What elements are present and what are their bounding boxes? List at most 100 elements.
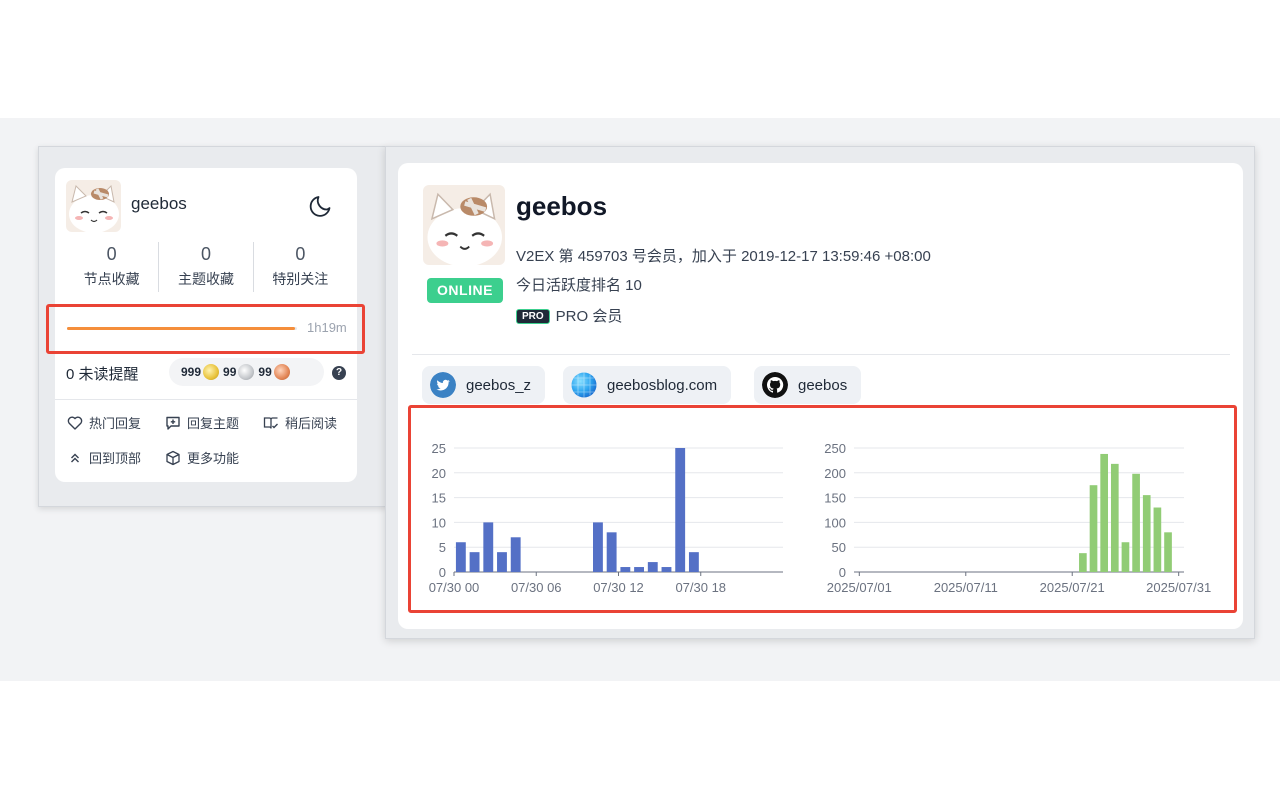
stat-node-favorites[interactable]: 0 节点收藏 [65,242,160,292]
double-chevron-up-icon [71,453,79,462]
activity-rank[interactable]: 今日活跃度排名 10 [516,274,642,295]
book-check-icon [263,416,278,429]
box-icon [166,450,180,465]
action-label: 稍后阅读 [285,416,338,431]
comment-plus-icon [166,416,180,430]
online-time-highlight: 1h19m [46,304,365,354]
bar[interactable] [688,552,699,572]
y-tick-label: 5 [439,540,446,555]
x-tick-label: 07/30 00 [429,580,480,595]
pro-membership: PRO PRO 会员 [516,305,622,326]
sidebar-username[interactable]: geebos [131,194,187,214]
profile-panel: ONLINE geebos V2EX 第 459703 号会员，加入于 2019… [385,146,1255,639]
moon-icon[interactable] [309,192,335,218]
silver-count: 99 [223,365,237,379]
help-icon[interactable]: ? [332,366,346,380]
divider [412,354,1230,355]
stat-label: 主题收藏 [177,271,234,287]
avatar[interactable] [66,180,121,232]
action-label: 更多功能 [187,451,240,466]
y-tick-label: 150 [824,491,846,506]
x-tick-label: 2025/07/21 [1040,580,1105,595]
bar[interactable] [1153,507,1162,572]
bar[interactable] [661,567,672,572]
cat-avatar-icon [423,185,505,265]
reply-topic-button[interactable]: 回复主题 [165,413,239,432]
bar[interactable] [1164,532,1172,572]
profile-card: ONLINE geebos V2EX 第 459703 号会员，加入于 2019… [398,163,1243,629]
bar[interactable] [455,542,466,572]
progress-fill [67,327,295,330]
twitter-icon [430,372,456,398]
bar[interactable] [647,562,658,572]
bronze-count: 99 [258,365,272,379]
back-to-top-button[interactable]: 回到顶部 [67,448,141,467]
bar[interactable] [1089,485,1098,572]
social-text: geebos [798,376,848,394]
favorites-stats: 0 节点收藏 0 主题收藏 0 特别关注 [65,242,347,292]
action-label: 热门回复 [89,416,142,431]
bar[interactable] [1132,473,1140,572]
stat-label: 节点收藏 [83,271,140,287]
x-tick-label: 2025/07/31 [1146,580,1211,595]
cat-avatar-icon [66,180,121,232]
y-tick-label: 10 [432,515,446,530]
y-tick-label: 200 [824,466,846,481]
bar[interactable] [483,522,494,572]
unread-notifications[interactable]: 0 未读提醒 [66,363,139,384]
stat-special-follows[interactable]: 0 特别关注 [254,242,347,292]
more-features-button[interactable]: 更多功能 [165,448,239,467]
x-tick-label: 07/30 06 [511,580,562,595]
github-icon [762,372,788,398]
stat-value: 0 [200,244,211,264]
activity-charts-highlight: 0 5 10 15 20 25 07/30 00 07/30 06 07/30 12 07/30 … [408,405,1237,613]
stat-topic-favorites[interactable]: 0 主题收藏 [159,242,254,292]
social-twitter-link[interactable]: geebos_z [422,366,546,404]
bar[interactable] [620,567,631,572]
social-website-link[interactable]: geebosblog.com [563,366,732,404]
sidebar-panel: geebos 0 节点收藏 0 主题收藏 0 特别关注 0 未读提醒 999 9… [38,146,388,507]
gold-count: 999 [181,365,202,379]
profile-username: geebos [516,191,608,221]
bar[interactable] [606,532,617,572]
action-label: 回复主题 [187,416,240,431]
balance-badge[interactable]: 999 99 99 [169,358,324,386]
pro-badge: PRO [516,309,550,324]
bar[interactable] [469,552,480,572]
silver-coin-icon [238,364,255,380]
heart-icon [67,416,83,430]
online-status-badge: ONLINE [427,278,503,303]
daily-activity-chart: 0 50 100 150 200 250 2025/07/01 2025/07/11 2025/… [824,441,1211,595]
divider [55,399,357,400]
hourly-activity-chart: 0 5 10 15 20 25 07/30 00 07/30 06 07/30 12 07/30 … [429,441,783,595]
bar[interactable] [1079,553,1087,572]
y-tick-label: 250 [824,441,846,456]
bar[interactable] [1142,495,1151,572]
y-tick-label: 100 [824,515,846,530]
online-time-text: 1h19m [307,320,347,335]
profile-avatar[interactable] [423,185,505,265]
y-tick-label: 0 [439,565,446,580]
read-later-button[interactable]: 稍后阅读 [263,413,337,432]
member-info: V2EX 第 459703 号会员，加入于 2019-12-17 13:59:4… [516,248,931,265]
social-github-link[interactable]: geebos [754,366,862,404]
y-tick-label: 20 [432,466,446,481]
bar[interactable] [1100,453,1108,572]
bar[interactable] [1121,542,1130,572]
social-text: geebos_z [466,376,532,394]
hot-replies-button[interactable]: 热门回复 [67,413,141,432]
pro-label: PRO 会员 [555,308,623,325]
bar[interactable] [510,537,521,572]
bar[interactable] [497,552,507,572]
online-time-progress-bar [67,327,297,330]
x-tick-label: 2025/07/01 [827,580,892,595]
bar[interactable] [1110,463,1119,572]
stat-value: 0 [295,244,306,264]
x-tick-label: 07/30 12 [593,580,644,595]
bar[interactable] [634,567,644,572]
y-tick-label: 0 [839,565,846,580]
bar[interactable] [675,448,686,572]
action-label: 回到顶部 [89,451,142,466]
bar[interactable] [593,522,603,572]
bronze-coin-icon [273,364,290,380]
